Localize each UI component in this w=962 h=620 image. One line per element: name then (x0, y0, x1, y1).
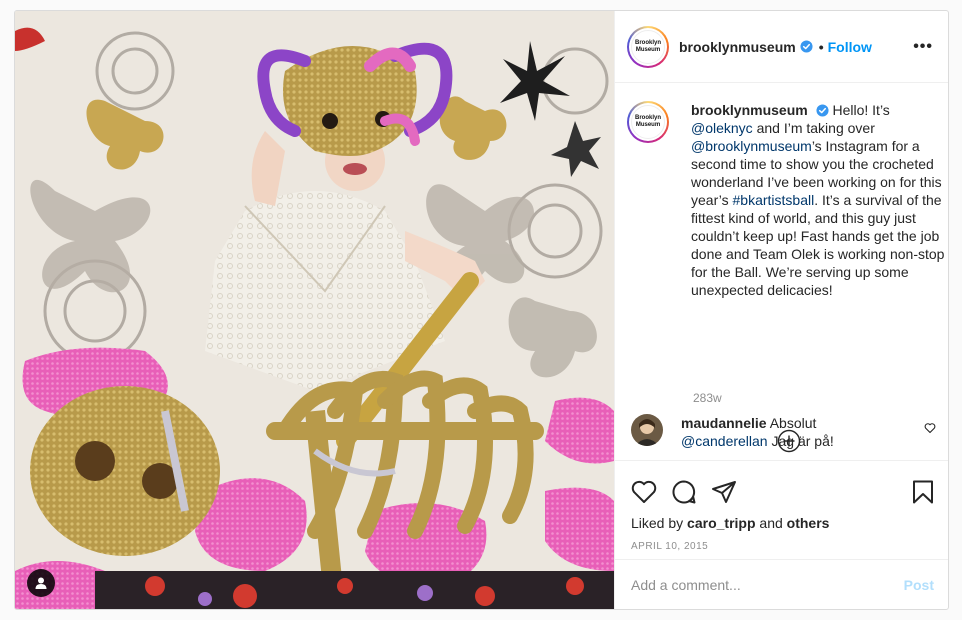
comment-text-1: Absolut (769, 415, 817, 431)
liked-by-user[interactable]: caro_tripp (687, 515, 755, 531)
comment-like-heart-icon[interactable] (924, 422, 936, 434)
comment-username[interactable]: maudannelie (681, 415, 767, 431)
post-header: Brooklyn Museum brooklynmuseum • Follow … (615, 11, 948, 83)
post-actions: Liked by caro_tripp and others APRIL 10,… (615, 469, 948, 559)
paper-plane-icon[interactable] (711, 479, 737, 505)
mention-brooklynmuseum[interactable]: @brooklynmuseum (691, 138, 812, 154)
caption-username[interactable]: brooklynmuseum (691, 102, 808, 118)
comment-item: maudannelie Absolut @canderellan Jag är … (631, 414, 936, 450)
post-photo[interactable] (15, 11, 614, 609)
verified-badge-icon (800, 40, 813, 53)
comment-text: maudannelie Absolut @canderellan Jag är … (681, 414, 911, 450)
caption-text-1: Hello! It’s (832, 102, 890, 118)
mention-oleknyc[interactable]: @oleknyc (691, 120, 753, 136)
more-options-icon[interactable]: ••• (913, 38, 933, 56)
user-tag-icon[interactable] (27, 569, 55, 597)
comment-bubble-icon[interactable] (671, 479, 697, 505)
likes-middle: and (755, 515, 787, 531)
post-caption: Brooklyn Museum brooklynmuseum Hello! It… (627, 101, 947, 299)
verified-badge-icon (816, 104, 829, 117)
post-date[interactable]: APRIL 10, 2015 (631, 541, 708, 552)
crochet-installation-image (15, 11, 614, 609)
follow-button[interactable]: Follow (828, 39, 872, 55)
add-comment-bar: Post (615, 559, 948, 609)
bookmark-icon[interactable] (910, 479, 936, 505)
account-username[interactable]: brooklynmuseum (679, 39, 796, 55)
brooklyn-museum-logo: Brooklyn Museum (631, 105, 665, 139)
post-comment-button[interactable]: Post (904, 577, 934, 593)
account-avatar[interactable]: Brooklyn Museum (627, 25, 669, 68)
liked-by-others[interactable]: others (787, 515, 830, 531)
commenter-avatar[interactable] (631, 414, 663, 446)
comments-area: Brooklyn Museum brooklynmuseum Hello! It… (615, 83, 948, 461)
caption-text: brooklynmuseum Hello! It’s @oleknyc and … (691, 101, 947, 299)
likes-prefix: Liked by (631, 515, 688, 531)
caption-timestamp[interactable]: 283w (693, 391, 722, 405)
instagram-post: Brooklyn Museum brooklynmuseum • Follow … (14, 10, 949, 610)
heart-icon[interactable] (631, 479, 657, 505)
separator-dot: • (818, 38, 824, 55)
add-comment-input[interactable] (631, 576, 904, 593)
caption-avatar[interactable]: Brooklyn Museum (627, 101, 669, 143)
mention-canderellan[interactable]: @canderellan (681, 433, 768, 449)
hashtag-bkartistsball[interactable]: #bkartistsball (733, 192, 815, 208)
comment-text-2: Jag är på! (771, 433, 834, 449)
likes-summary: Liked by caro_tripp and others (631, 515, 829, 531)
caption-text-2: and I’m taking over (752, 120, 875, 136)
post-side-panel: Brooklyn Museum brooklynmuseum • Follow … (614, 11, 948, 609)
brooklyn-museum-logo: Brooklyn Museum (631, 29, 665, 64)
